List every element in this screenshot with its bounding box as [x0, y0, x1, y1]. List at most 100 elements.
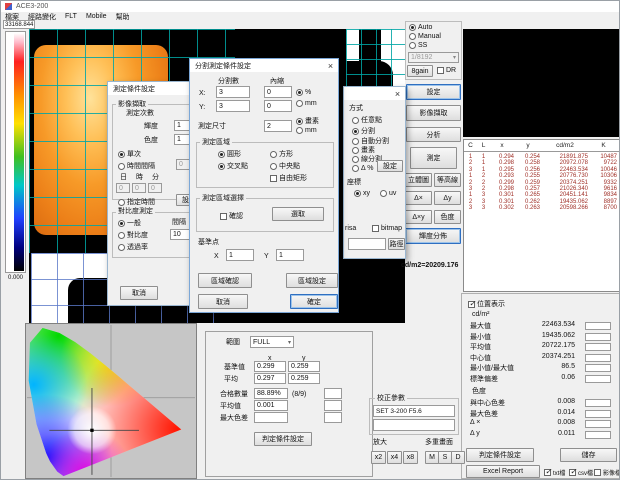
judge-condition-button[interactable]: 判定條件設定	[466, 448, 534, 462]
normal-radio[interactable]: 一般	[118, 218, 141, 228]
indicator-box	[585, 333, 611, 341]
size-field[interactable]: 2	[264, 120, 292, 132]
txt-file-checkbox[interactable]: txt檔	[544, 468, 565, 477]
multi-d-button[interactable]: D	[451, 451, 465, 464]
cancel-button[interactable]: 取消	[120, 286, 158, 300]
delta-percent-radio[interactable]: Δ %	[352, 165, 373, 172]
indicator-box	[324, 388, 342, 399]
split-condition-dialog: 分割測定條件設定 × 分割數 內縮 X: 3 0 Y: 3 0 % mm 測定尺…	[189, 58, 339, 313]
menu-help[interactable]: 幫助	[116, 12, 130, 22]
gain-button[interactable]: 8gain	[407, 65, 433, 77]
avg-y-field[interactable]: 0.259	[288, 373, 320, 384]
maxdiff-label: 最大色差	[220, 414, 248, 423]
area-confirm-button[interactable]: 區域確認	[198, 273, 252, 288]
csv-file-checkbox[interactable]: csv檔	[569, 468, 593, 477]
transmit-radio[interactable]: 透過率	[118, 242, 148, 252]
contour-button[interactable]: 等高線	[434, 173, 461, 187]
analyze-button[interactable]: 分析	[406, 127, 461, 142]
base-y-label: Y	[264, 252, 269, 261]
judge-condition-button[interactable]: 判定條件設定	[254, 432, 312, 446]
pick-button[interactable]: 選取	[272, 207, 324, 221]
day-field[interactable]: 0	[116, 183, 130, 193]
cross-radio[interactable]: 交叉點	[218, 161, 248, 171]
iso3d-button[interactable]: 立體圖	[405, 173, 432, 187]
y-inset-field[interactable]: 0	[264, 100, 292, 112]
avg-x-field[interactable]: 0.297	[254, 373, 286, 384]
image-file-checkbox[interactable]: 影像檔	[594, 468, 620, 477]
stat-row: 與中心色差0.008	[462, 398, 619, 409]
multi-s-button[interactable]: S	[438, 451, 452, 464]
confirm-checkbox[interactable]: 確認	[220, 211, 243, 221]
uv-radio[interactable]: uv	[380, 190, 396, 197]
lum-stat-rows: 最大值22463.534最小值19435.062平均值20722.175中心值2…	[462, 321, 619, 384]
title-bar: ACE3-200	[1, 1, 620, 12]
indicator-box	[585, 431, 611, 439]
xy-radio[interactable]: xy	[354, 190, 370, 197]
multi-m-button[interactable]: M	[425, 451, 439, 464]
bitmap-checkbox[interactable]: bitmap	[372, 225, 402, 232]
app-window: ACE3-200 檔案 經路變化 FLT Mobile 幫助 33168.844…	[0, 0, 620, 480]
percent-radio[interactable]: %	[296, 89, 311, 96]
any-point-radio[interactable]: 任意點	[352, 115, 382, 125]
exposure-manual-radio[interactable]: Manual	[409, 33, 441, 40]
contrast-radio[interactable]: 對比度	[118, 230, 148, 240]
day-label: 日	[120, 173, 127, 182]
menu-flt[interactable]: FLT	[65, 13, 77, 20]
base-x-label: X	[214, 252, 219, 261]
exposure-auto-radio[interactable]: Auto	[409, 24, 432, 31]
cancel-button[interactable]: 取消	[198, 294, 248, 309]
exposure-ss-radio[interactable]: SS	[409, 42, 427, 49]
save-button[interactable]: 儲存	[560, 448, 617, 462]
lum-dist-button[interactable]: 輝度分佈	[405, 228, 461, 244]
zoom-x8-button[interactable]: x8	[403, 451, 418, 464]
pixel-radio[interactable]: 畫素	[296, 116, 319, 126]
ok-button[interactable]: 確定	[290, 294, 338, 309]
dr-checkbox[interactable]: DR	[437, 67, 456, 74]
x-div-field[interactable]: 3	[216, 86, 250, 98]
mm-radio[interactable]: mm	[296, 100, 317, 107]
center-radio[interactable]: 中央點	[270, 161, 300, 171]
method-dialog: × 方式 任意點 分割 自動分割 畫素 線分割 Δ % 設定 座標 xy uv …	[343, 86, 406, 259]
y-div-field[interactable]: 3	[216, 100, 250, 112]
close-icon[interactable]: ×	[323, 59, 338, 72]
chroma-button[interactable]: 色度	[434, 210, 461, 224]
shutter-value: 1/8192	[411, 54, 432, 61]
path-button[interactable]: 路徑	[388, 238, 405, 250]
method-set-button[interactable]: 設定	[377, 160, 403, 172]
delta-xy-button[interactable]: Δ×y	[405, 210, 432, 224]
position-display-checkbox[interactable]: 位置表示	[468, 299, 505, 309]
set-button[interactable]: 設定	[406, 84, 461, 100]
cie-diagram-panel[interactable]	[25, 323, 197, 479]
delta-x-button[interactable]: Δ×	[405, 191, 432, 205]
close-icon[interactable]: ×	[390, 87, 405, 100]
dialog-title-bar[interactable]: 分割測定條件設定	[190, 59, 338, 72]
stat-row: 最大值22463.534	[462, 321, 619, 332]
base-y-field[interactable]: 0.259	[288, 361, 320, 372]
range-select[interactable]: FULL ▾	[250, 336, 294, 348]
split-radio[interactable]: 分割	[352, 126, 375, 136]
single-radio[interactable]: 單次	[118, 149, 141, 159]
hour-field[interactable]: 0	[132, 183, 146, 193]
menu-mobile[interactable]: Mobile	[86, 13, 107, 20]
mm2-radio[interactable]: mm	[296, 127, 317, 134]
base-x-field[interactable]: 0.299	[254, 361, 286, 372]
path-field[interactable]	[348, 238, 386, 250]
capture-button[interactable]: 影像擷取	[406, 105, 461, 121]
minute-field[interactable]: 0	[148, 183, 162, 193]
circle-radio[interactable]: 圓形	[218, 149, 241, 159]
area-set-button[interactable]: 區域設定	[286, 273, 338, 288]
shutter-select[interactable]: 1/8192 ▾	[408, 52, 459, 63]
base-y-field[interactable]: 1	[276, 249, 304, 261]
interval-radio[interactable]: 時間間隔	[118, 161, 155, 171]
measure-button[interactable]: 測定	[410, 147, 457, 169]
free-rect-checkbox[interactable]: 自由矩形	[270, 173, 307, 183]
base-x-field[interactable]: 1	[226, 249, 254, 261]
calibration-extra-field	[373, 419, 455, 431]
chevron-down-icon: ▾	[288, 339, 291, 346]
excel-report-button[interactable]: Excel Report	[466, 465, 540, 478]
square-radio[interactable]: 方形	[270, 149, 293, 159]
zoom-x4-button[interactable]: x4	[387, 451, 402, 464]
x-inset-field[interactable]: 0	[264, 86, 292, 98]
zoom-x2-button[interactable]: x2	[371, 451, 386, 464]
delta-y-button[interactable]: Δy	[434, 191, 461, 205]
